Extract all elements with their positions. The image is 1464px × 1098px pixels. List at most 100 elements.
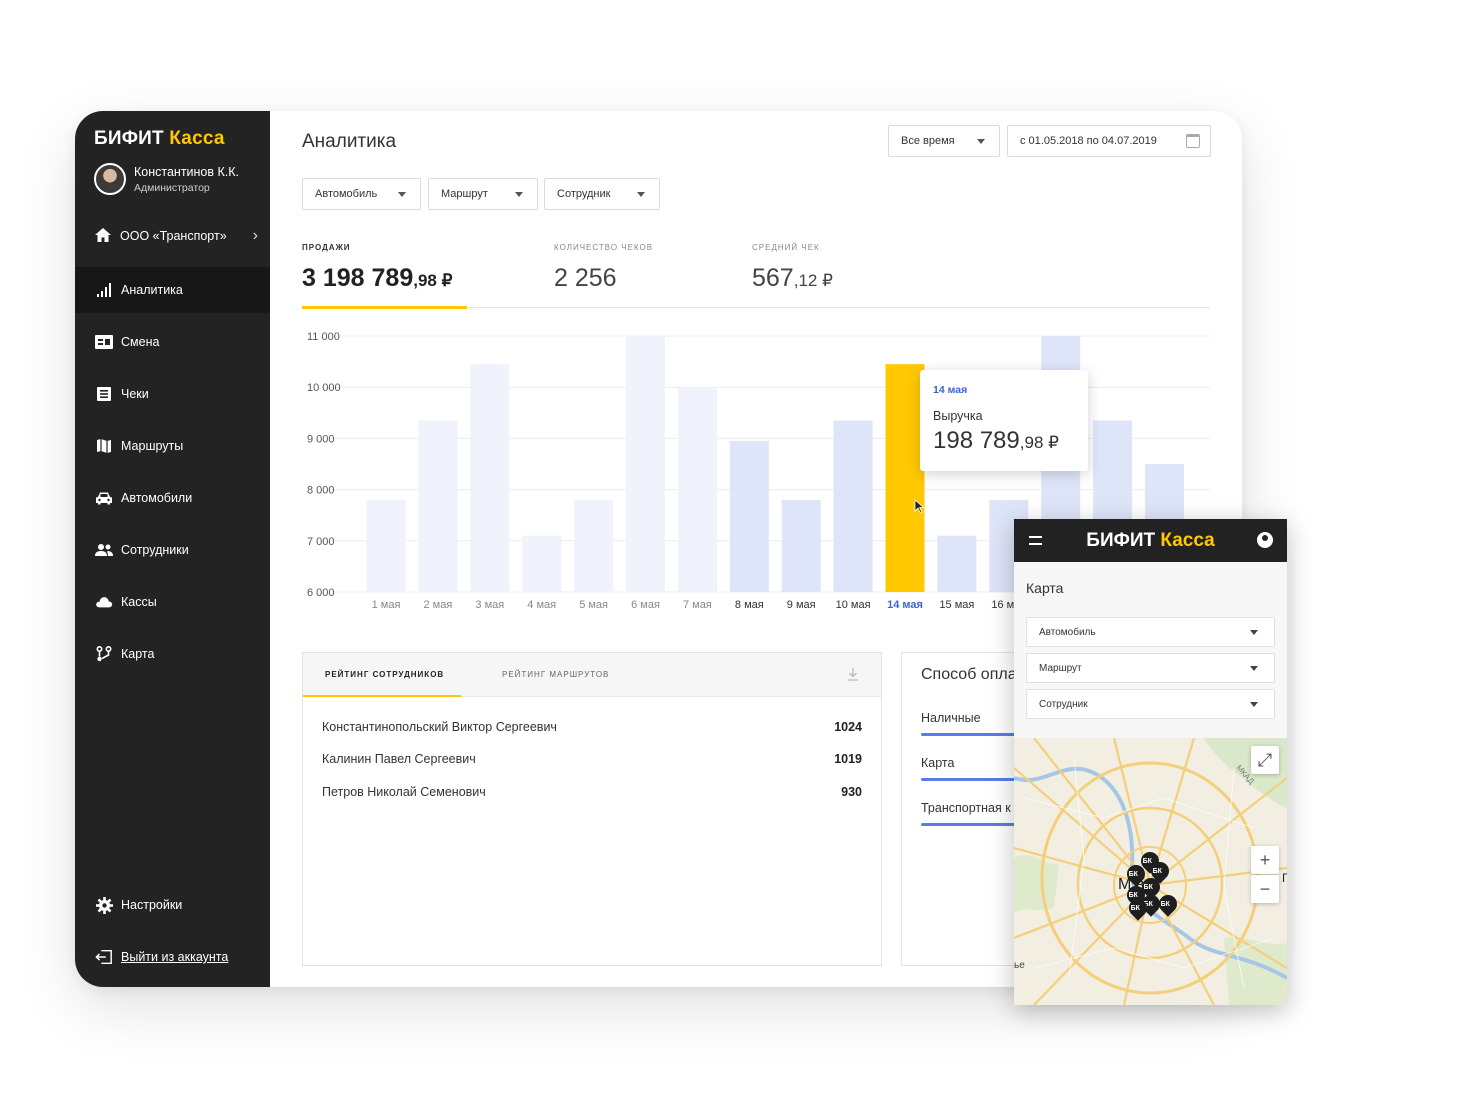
- ranking-row: Константинопольский Виктор Сергеевич 102…: [322, 720, 862, 734]
- chart-bar[interactable]: [522, 535, 562, 592]
- user-name: Константинов К.К.: [134, 164, 240, 179]
- mobile-filter-label: Маршрут: [1039, 662, 1082, 674]
- ranking-value: 930: [841, 785, 862, 799]
- sidebar-item-cars[interactable]: Автомобили: [75, 475, 270, 521]
- logout-link[interactable]: Выйти из аккаунта: [95, 948, 228, 966]
- tooltip-value-cents: ,98 ₽: [1019, 433, 1059, 452]
- sidebar-item-shift[interactable]: Смена: [75, 319, 270, 365]
- period-dropdown[interactable]: Все время: [888, 125, 1000, 157]
- chart-bar[interactable]: [729, 440, 769, 592]
- logout-label: Выйти из аккаунта: [121, 950, 229, 964]
- user-profile[interactable]: Константинов К.К. Администратор: [94, 163, 239, 195]
- chart-bar[interactable]: [885, 364, 925, 592]
- tooltip-label: Выручка: [933, 409, 983, 423]
- mobile-route-filter[interactable]: Маршрут: [1026, 653, 1275, 683]
- org-selector[interactable]: ООО «Транспорт» ›: [94, 227, 264, 245]
- x-tick-label: 5 мая: [579, 599, 608, 611]
- ranking-name: Константинопольский Виктор Сергеевич: [322, 720, 557, 734]
- sidebar-item-employees[interactable]: Сотрудники: [75, 527, 270, 573]
- tooltip-value-main: 198 789: [933, 427, 1020, 454]
- x-tick-label: 8 мая: [735, 599, 764, 611]
- chevron-right-icon: ›: [252, 227, 258, 244]
- x-tick-label: 10 мая: [836, 599, 871, 611]
- chart-bar[interactable]: [937, 535, 977, 592]
- route-filter[interactable]: Маршрут: [428, 178, 538, 210]
- sidebar-item-label: Карта: [121, 647, 155, 661]
- kpi-checks-label[interactable]: КОЛИЧЕСТВО ЧЕКОВ: [554, 243, 653, 252]
- city-map[interactable]: ⤢ + − М ва МКАД ье Г БК БК БК БК БК БК Б…: [1014, 738, 1287, 1005]
- sidebar-item-receipts[interactable]: Чеки: [75, 371, 270, 417]
- fullscreen-button[interactable]: ⤢: [1251, 746, 1279, 774]
- sidebar-item-label: Автомобили: [121, 491, 193, 505]
- kpi-sales-cents: ,98 ₽: [413, 271, 453, 290]
- brand-logo[interactable]: БИФИТ Касса: [94, 128, 225, 150]
- chevron-down-icon: [637, 192, 645, 197]
- zoom-out-button[interactable]: −: [1251, 875, 1279, 903]
- chart-tooltip: 14 мая Выручка 198 789,98 ₽: [920, 370, 1088, 471]
- chart-bar[interactable]: [626, 336, 665, 592]
- y-tick-label: 9 000: [307, 433, 335, 445]
- map-edge-label-left: ье: [1014, 960, 1025, 971]
- mobile-header: БИФИТ Касса: [1014, 519, 1287, 562]
- sidebar-item-cashboxes[interactable]: Кассы: [75, 579, 270, 625]
- brand-suffix: Касса: [169, 128, 225, 149]
- x-tick-label: 2 мая: [423, 599, 452, 611]
- pin-label: БК: [1128, 871, 1138, 879]
- kpi-sales-main: 3 198 789: [302, 264, 414, 292]
- car-filter[interactable]: Автомобиль: [302, 178, 421, 210]
- tab-routes-rating[interactable]: РЕЙТИНГ МАРШРУТОВ: [502, 670, 609, 679]
- y-tick-label: 6 000: [307, 587, 335, 599]
- zoom-in-button[interactable]: +: [1251, 846, 1279, 874]
- ranking-row: Калинин Павел Сергеевич 1019: [322, 752, 862, 766]
- y-tick-label: 7 000: [307, 536, 335, 548]
- date-range-field[interactable]: с 01.05.2018 по 04.07.2019: [1007, 125, 1211, 157]
- ranking-tabs: РЕЙТИНГ СОТРУДНИКОВ РЕЙТИНГ МАРШРУТОВ: [303, 653, 881, 697]
- pin-label: БК: [1142, 858, 1152, 866]
- kpi-avg-label[interactable]: СРЕДНИЙ ЧЕК: [752, 243, 820, 252]
- ranking-name: Калинин Павел Сергеевич: [322, 752, 476, 766]
- cloud-icon: [95, 593, 113, 611]
- chart-bar[interactable]: [418, 420, 458, 592]
- chart-bar[interactable]: [470, 364, 510, 592]
- y-tick-label: 11 000: [307, 331, 340, 343]
- payment-item: Карта: [921, 756, 955, 770]
- sidebar: БИФИТ Касса Константинов К.К. Администра…: [75, 111, 270, 987]
- sidebar-item-label: Чеки: [121, 387, 149, 401]
- chart-bar[interactable]: [366, 499, 406, 592]
- mobile-employee-filter[interactable]: Сотрудник: [1026, 689, 1275, 719]
- car-icon: [95, 489, 113, 507]
- sidebar-item-settings[interactable]: Настройки: [95, 896, 182, 914]
- y-tick-label: 10 000: [307, 382, 341, 394]
- kpi-sales-label[interactable]: ПРОДАЖИ: [302, 243, 351, 252]
- mobile-car-filter[interactable]: Автомобиль: [1026, 617, 1275, 647]
- sidebar-item-map[interactable]: Карта: [75, 631, 270, 677]
- mobile-filter-label: Автомобиль: [1039, 626, 1096, 638]
- sidebar-item-analytics[interactable]: Аналитика: [75, 267, 270, 313]
- sidebar-item-routes[interactable]: Маршруты: [75, 423, 270, 469]
- chart-bar[interactable]: [574, 499, 614, 592]
- tab-active-underline: [303, 695, 461, 697]
- account-icon[interactable]: [1257, 532, 1273, 548]
- x-tick-label: 15 мая: [939, 599, 974, 611]
- y-tick-label: 8 000: [307, 485, 335, 497]
- kpi-checks-value: 2 256: [554, 264, 617, 292]
- sidebar-item-label: Сотрудники: [121, 543, 189, 557]
- tooltip-value: 198 789,98 ₽: [933, 427, 1059, 455]
- kpi-avg-cents: ,12 ₽: [793, 271, 833, 290]
- chart-bar[interactable]: [677, 387, 717, 592]
- ranking-card: РЕЙТИНГ СОТРУДНИКОВ РЕЙТИНГ МАРШРУТОВ Ко…: [302, 652, 882, 966]
- tab-employees-rating[interactable]: РЕЙТИНГ СОТРУДНИКОВ: [325, 670, 444, 679]
- pin-label: БК: [1152, 868, 1162, 876]
- download-icon[interactable]: [847, 667, 859, 681]
- settings-label: Настройки: [121, 898, 183, 912]
- employee-filter[interactable]: Сотрудник: [544, 178, 660, 210]
- chevron-down-icon: [1250, 666, 1258, 671]
- payment-item: Транспортная к: [921, 801, 1011, 815]
- chart-bar[interactable]: [781, 499, 821, 592]
- chart-bar[interactable]: [833, 420, 873, 592]
- ranking-row: Петров Николай Семенович 930: [322, 785, 862, 799]
- gear-icon: [95, 896, 113, 914]
- ranking-name: Петров Николай Семенович: [322, 785, 486, 799]
- map-edge-label-right: Г: [1282, 871, 1287, 885]
- kpi-sales-value: 3 198 789,98 ₽: [302, 264, 452, 293]
